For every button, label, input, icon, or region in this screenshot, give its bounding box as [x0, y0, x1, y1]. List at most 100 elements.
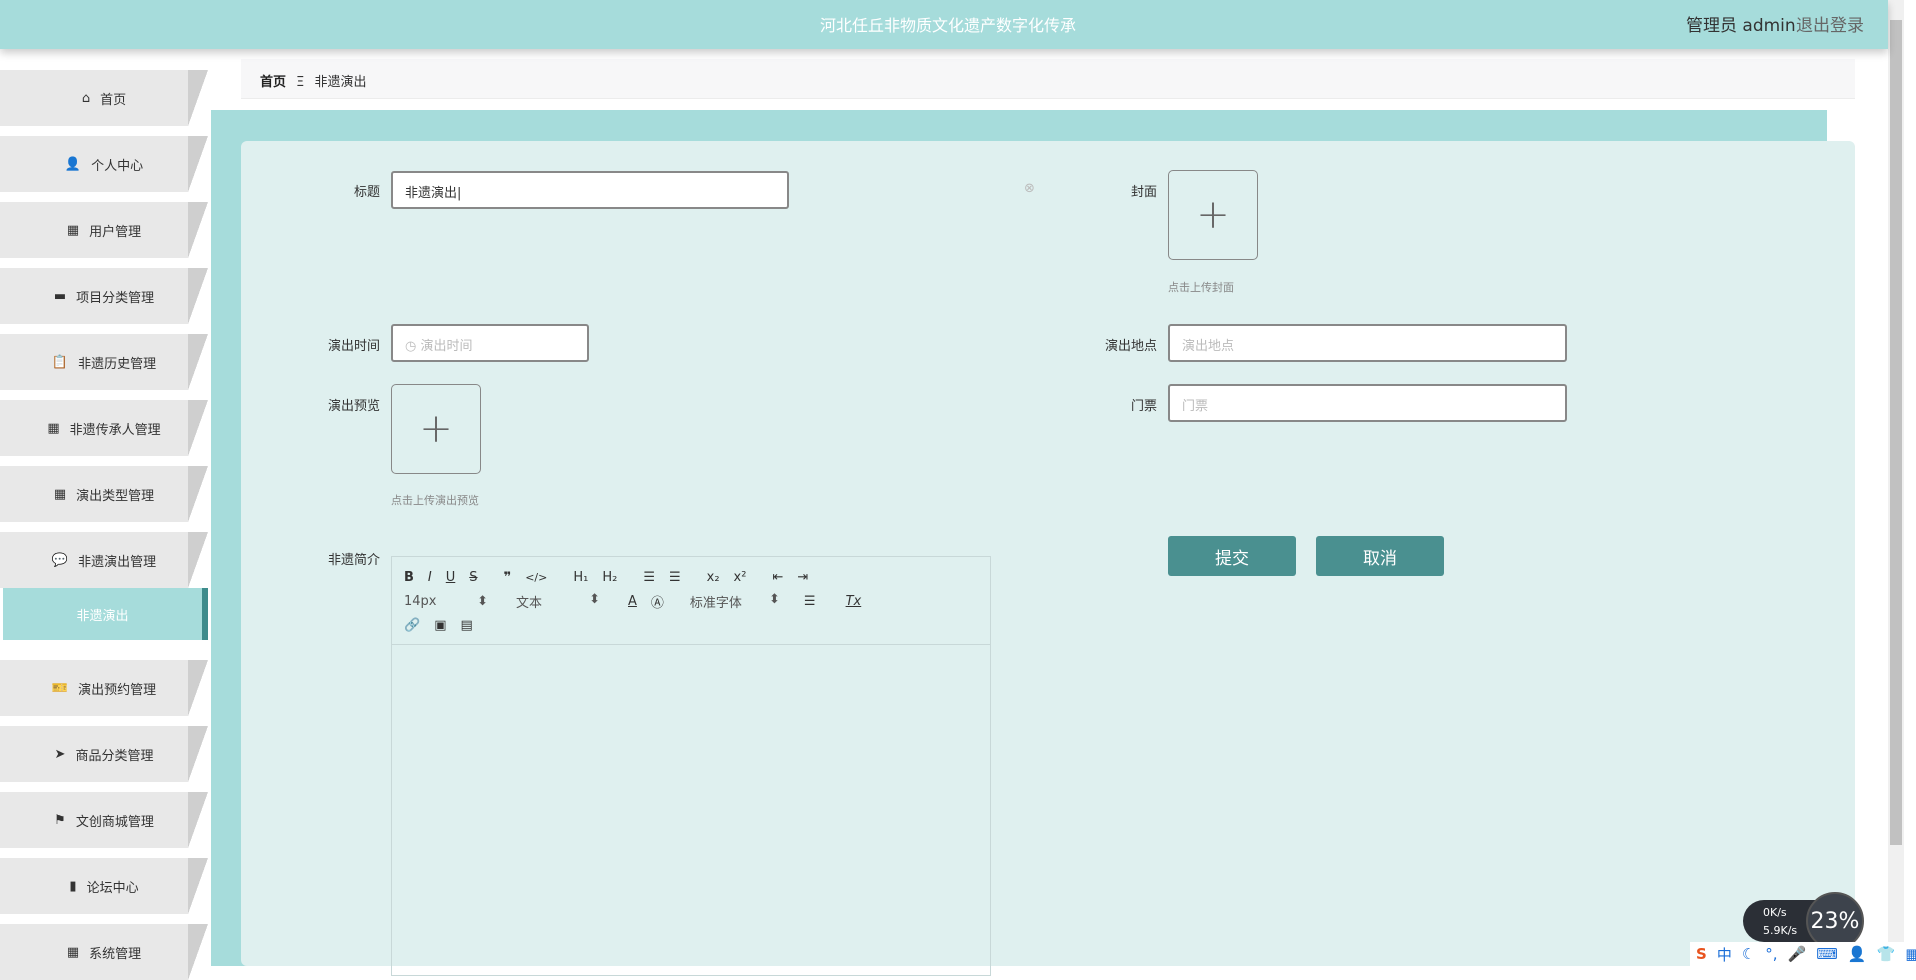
sidebar-item-0[interactable]: ⌂ 首页: [0, 70, 208, 126]
superscript-icon[interactable]: x²: [734, 570, 747, 585]
indent-icon[interactable]: ⇥: [797, 570, 808, 585]
sidebar-item-7[interactable]: 💬 非遗演出管理: [0, 532, 208, 588]
sidebar-item-label: 演出预约管理: [78, 682, 157, 698]
menu-icon: ▦: [47, 420, 60, 436]
sidebar-item-11[interactable]: ⚑ 文创商城管理: [0, 792, 208, 848]
sidebar-item-13[interactable]: ▦ 系统管理: [0, 924, 208, 980]
menu-icon: ⌂: [81, 90, 91, 106]
logout-link[interactable]: 退出登录: [1796, 11, 1864, 36]
moon-icon[interactable]: ☾: [1742, 945, 1755, 963]
page-scrollbar[interactable]: [1888, 0, 1904, 966]
ticket-input[interactable]: 门票: [1168, 384, 1567, 422]
sidebar-item-1[interactable]: 👤 个人中心: [0, 136, 208, 192]
sidebar-item-label: 论坛中心: [86, 880, 139, 896]
link-icon[interactable]: 🔗: [404, 618, 420, 633]
font-size-value: 14px: [404, 593, 437, 609]
upload-speed: 0K/s: [1763, 906, 1787, 919]
align-icon[interactable]: ☰: [804, 594, 816, 609]
menu-icon: ▦: [66, 222, 80, 238]
blockquote-icon[interactable]: ❞: [504, 570, 512, 585]
cancel-button[interactable]: 取消: [1316, 536, 1444, 576]
site-title: 河北任丘非物质文化遗产数字化传承: [819, 16, 1076, 35]
breadcrumb-home[interactable]: 首页: [260, 75, 286, 90]
intro-label: 非遗简介: [327, 553, 380, 568]
sidebar-item-2[interactable]: ▦ 用户管理: [0, 202, 208, 258]
breadcrumb: 首页 Ξ 非遗演出: [241, 59, 1855, 99]
header-select[interactable]: 文本 ⬍: [516, 592, 600, 611]
sidebar-item-12[interactable]: ▮ 论坛中心: [0, 858, 208, 914]
cover-upload[interactable]: +: [1168, 170, 1258, 260]
breadcrumb-separator: Ξ: [296, 75, 305, 90]
menu-icon: 📋: [51, 354, 69, 370]
sidebar-item-5[interactable]: ▦ 非遗传承人管理: [0, 400, 208, 456]
sidebar-item-label: 首页: [100, 92, 127, 108]
sidebar-item-label: 商品分类管理: [75, 748, 154, 764]
sidebar-item-label: 演出类型管理: [76, 488, 155, 504]
sidebar-item-10[interactable]: ➤ 商品分类管理: [0, 726, 208, 782]
apps-icon[interactable]: ▦: [1905, 945, 1916, 963]
plus-icon: +: [419, 406, 453, 452]
menu-icon: ▦: [66, 944, 80, 960]
video-icon[interactable]: ▤: [460, 618, 472, 633]
clear-icon[interactable]: ⊗: [1024, 181, 1035, 196]
keyboard-icon[interactable]: ⌨: [1816, 945, 1838, 963]
clock-icon: ◷: [405, 339, 421, 354]
underline-icon[interactable]: U: [446, 570, 456, 585]
clear-format-icon[interactable]: Tx: [846, 594, 862, 609]
scrollbar-thumb[interactable]: [1890, 20, 1902, 845]
bullet-list-icon[interactable]: ☰: [669, 570, 681, 585]
place-input[interactable]: 演出地点: [1168, 324, 1567, 362]
italic-icon[interactable]: I: [428, 570, 432, 585]
sidebar-item-label: 个人中心: [91, 158, 144, 174]
background-color-icon[interactable]: Ⓐ: [651, 592, 664, 611]
preview-caption: 点击上传演出预览: [391, 494, 479, 507]
header-value: 文本: [516, 595, 543, 611]
sidebar-item-label: 文创商城管理: [75, 814, 154, 830]
sidebar-item-label: 项目分类管理: [76, 290, 155, 306]
outdent-icon[interactable]: ⇤: [772, 570, 783, 585]
subscript-icon[interactable]: x₂: [707, 570, 720, 585]
chinese-mode-icon[interactable]: 中: [1717, 944, 1732, 965]
font-color-icon[interactable]: A: [628, 594, 637, 609]
font-size-select[interactable]: 14px ⬍: [404, 594, 488, 609]
editor-toolbar: B I U S ❞ </> H₁ H₂ ☰ ☰ x₂ x² ⇤ ⇥ 14px ⬍…: [392, 557, 990, 645]
plus-icon: +: [1196, 192, 1230, 238]
ime-tray: S 中 ☾ °, 🎤 ⌨ 👤 👕 ▦: [1690, 942, 1916, 966]
code-icon[interactable]: </>: [525, 571, 547, 584]
sogou-icon[interactable]: S: [1696, 945, 1707, 963]
cover-caption: 点击上传封面: [1168, 281, 1234, 294]
sidebar-item-label: 非遗传承人管理: [69, 422, 161, 438]
ticket-label: 门票: [1130, 399, 1157, 414]
sidebar-item-9[interactable]: 🎫 演出预约管理: [0, 660, 208, 716]
sidebar: ⌂ 首页 👤 个人中心 ▦ 用户管理 ▬ 项目分类管理 📋 非遗历史管理 ▦ 非遗传承人管理 ▦ 演出类型…: [0, 49, 210, 980]
bold-icon[interactable]: B: [404, 570, 414, 585]
image-icon[interactable]: ▣: [434, 618, 446, 633]
strike-icon[interactable]: S: [469, 570, 477, 585]
time-input[interactable]: ◷ 演出时间: [391, 324, 589, 362]
time-placeholder: 演出时间: [420, 339, 473, 354]
menu-icon: 👤: [64, 156, 82, 172]
skin-icon[interactable]: 👕: [1877, 945, 1896, 963]
menu-icon: 💬: [51, 552, 69, 568]
title-input[interactable]: 非遗演出|: [391, 171, 789, 209]
sidebar-item-4[interactable]: 📋 非遗历史管理: [0, 334, 208, 390]
menu-icon: ⚑: [54, 812, 66, 828]
user-icon[interactable]: 👤: [1848, 945, 1867, 963]
sidebar-item-label: 系统管理: [89, 946, 142, 962]
punctuation-icon[interactable]: °,: [1765, 945, 1777, 963]
preview-upload[interactable]: +: [391, 384, 481, 474]
sidebar-item-6[interactable]: ▦ 演出类型管理: [0, 466, 208, 522]
sidebar-item-3[interactable]: ▬ 项目分类管理: [0, 268, 208, 324]
h2-icon[interactable]: H₂: [602, 570, 617, 585]
h1-icon[interactable]: H₁: [573, 570, 588, 585]
sidebar-item-label: 非遗演出: [76, 608, 129, 624]
current-user: 管理员 admin: [1686, 16, 1796, 36]
submit-button[interactable]: 提交: [1168, 536, 1296, 576]
microphone-icon[interactable]: 🎤: [1788, 945, 1807, 963]
ordered-list-icon[interactable]: ☰: [643, 570, 655, 585]
sidebar-item-label: 用户管理: [89, 224, 142, 240]
sidebar-item-8[interactable]: 非遗演出: [3, 588, 208, 640]
font-family-select[interactable]: 标准字体 ⬍: [690, 592, 780, 611]
time-label: 演出时间: [327, 339, 380, 354]
menu-icon: 🎫: [51, 680, 69, 696]
